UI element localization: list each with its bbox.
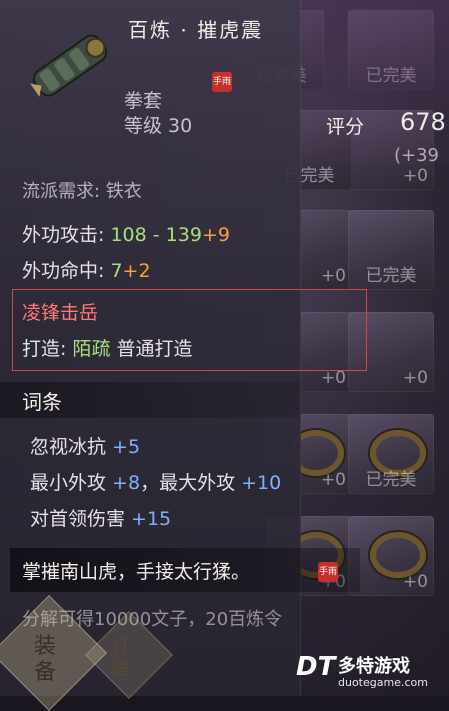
attack-range: 108 - 139 bbox=[110, 224, 202, 246]
hit-value: 7 bbox=[110, 260, 123, 282]
item-name: 百炼 · 摧虎震 bbox=[128, 18, 264, 42]
forge-button-label[interactable]: 打造 bbox=[112, 636, 132, 680]
inventory-slot[interactable]: +0 bbox=[348, 516, 434, 596]
attack-stat: 外功攻击: 108 - 139+9 bbox=[22, 220, 230, 247]
seal-stamp-icon: 手雨 bbox=[212, 72, 232, 92]
affix-line: 对首领伤害 +15 bbox=[30, 504, 171, 531]
forge-quality: 陌疏 bbox=[72, 338, 111, 360]
affix-label: 最小外攻 bbox=[30, 472, 113, 494]
forge-label: 打造: bbox=[22, 338, 73, 360]
gauntlet-icon bbox=[30, 34, 108, 97]
attack-bonus: +9 bbox=[201, 224, 230, 246]
set-name: 凌锋击岳 bbox=[22, 302, 99, 324]
inventory-slot[interactable]: 已完美 bbox=[348, 414, 434, 494]
affix-label: ，最大外攻 bbox=[140, 472, 242, 494]
item-level: 等级 30 bbox=[124, 115, 193, 137]
forge-info: 打造: 陌疏 普通打造 bbox=[22, 334, 193, 361]
score-label: 评分 bbox=[326, 116, 365, 138]
equip-button-label[interactable]: 装备 bbox=[34, 634, 60, 686]
hit-label: 外功命中: bbox=[22, 260, 111, 282]
item-description: 掌摧南山虎，手接太行猱。 bbox=[22, 561, 251, 583]
school-requirement: 流派需求: 铁衣 bbox=[22, 181, 142, 202]
score-value: 678 bbox=[400, 108, 446, 136]
watermark-logo: DT bbox=[296, 652, 336, 682]
forge-type: 普通打造 bbox=[116, 338, 193, 360]
attack-label: 外功攻击: bbox=[22, 224, 111, 246]
affix-line: 最小外攻 +8，最大外攻 +10 bbox=[30, 468, 281, 495]
watermark-url: duotegame.com bbox=[338, 676, 428, 689]
affix-value: +8 bbox=[112, 472, 141, 494]
inventory-slot[interactable]: 已完美 bbox=[348, 210, 434, 290]
score-bonus: (+39 bbox=[394, 145, 440, 166]
affix-title: 词条 bbox=[22, 390, 62, 414]
item-type: 拳套 bbox=[124, 90, 163, 112]
affix-value: +5 bbox=[112, 436, 141, 458]
affix-label: 忽视冰抗 bbox=[30, 436, 113, 458]
affix-value: +15 bbox=[131, 508, 172, 530]
affix-line: 忽视冰抗 +5 bbox=[30, 432, 140, 459]
affix-label: 对首领伤害 bbox=[30, 508, 132, 530]
watermark-name: 多特游戏 bbox=[338, 656, 410, 677]
hit-bonus: +2 bbox=[122, 260, 151, 282]
affix-value: +10 bbox=[241, 472, 282, 494]
hit-stat: 外功命中: 7+2 bbox=[22, 256, 151, 283]
seal-stamp-icon: 手雨 bbox=[318, 562, 338, 582]
